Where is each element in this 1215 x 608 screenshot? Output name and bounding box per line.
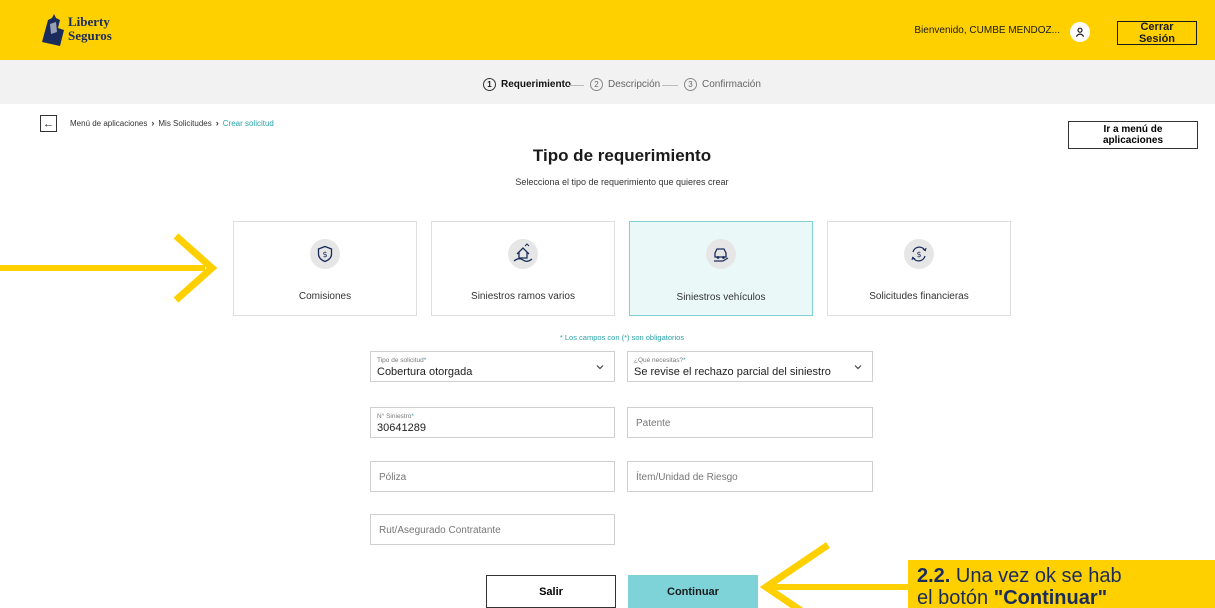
logo-line-1: Liberty [68, 14, 110, 29]
svg-text:$: $ [916, 250, 921, 259]
welcome-text: Bienvenido, CUMBE MENDOZ... [914, 25, 1060, 36]
card-siniestros-vehiculos[interactable]: Siniestros vehículos [629, 221, 813, 316]
svg-text:$: $ [322, 250, 327, 259]
card-comisiones[interactable]: $ Comisiones [233, 221, 417, 316]
card-label: Siniestros vehículos [676, 292, 766, 303]
required-mark: * [683, 357, 686, 364]
logo-line-2: Seguros [68, 28, 112, 43]
step-label: Descripción [608, 79, 661, 90]
goto-apps-menu-button[interactable]: Ir a menú de aplicaciones [1068, 121, 1198, 149]
field-value: Se revise el rechazo parcial del siniest… [634, 366, 831, 378]
exit-button[interactable]: Salir [486, 575, 616, 608]
required-mark: * [411, 413, 414, 420]
card-solicitudes-financieras[interactable]: $ Solicitudes financieras [827, 221, 1011, 316]
step-number: 2 [590, 78, 603, 91]
field-value: Cobertura otorgada [377, 366, 473, 378]
patente-input[interactable]: Patente [627, 407, 873, 438]
que-necesitas-select[interactable]: ¿Qué necesitas?* Se revise el rechazo pa… [627, 351, 873, 382]
field-placeholder: Patente [636, 418, 671, 429]
field-label: N° Siniestro [377, 413, 412, 420]
user-icon [1075, 27, 1085, 37]
continue-button[interactable]: Continuar [628, 575, 758, 608]
breadcrumb: Menú de aplicaciones › Mis Solicitudes ›… [70, 118, 274, 128]
item-input[interactable]: Ítem/Unidad de Riesgo [627, 461, 873, 492]
chevron-right-icon: › [215, 118, 219, 128]
annotation-chevron-icon [760, 542, 910, 608]
annotation-line-2-bold: "Continuar" [993, 587, 1108, 608]
annotation-arrow-icon [0, 233, 218, 303]
field-label: ¿Qué necesitas? [634, 357, 684, 364]
step-confirmacion[interactable]: 3 Confirmación [684, 78, 761, 91]
chevron-right-icon: › [151, 118, 155, 128]
chevron-down-icon [596, 365, 604, 370]
card-siniestros-ramos-varios[interactable]: Siniestros ramos varios [431, 221, 615, 316]
poliza-input[interactable]: Póliza [370, 461, 615, 492]
field-placeholder: Ítem/Unidad de Riesgo [636, 472, 738, 483]
field-value: 30641289 [377, 422, 426, 434]
house-hand-icon [513, 243, 533, 262]
required-fields-note: * Los campos con (*) son obligatorios [559, 333, 685, 342]
breadcrumb-item-menu[interactable]: Menú de aplicaciones [70, 119, 147, 128]
breadcrumb-item-solicitudes[interactable]: Mis Solicitudes [158, 119, 211, 128]
chevron-down-icon [854, 365, 862, 370]
annotation-callout: 2.2. Una vez ok se hab el botón "Continu… [908, 560, 1215, 608]
arrow-left-icon: ← [43, 117, 54, 130]
card-label: Comisiones [298, 291, 352, 302]
annotation-line-1: Una vez ok se hab [950, 565, 1122, 587]
field-placeholder: Rut/Asegurado Contratante [379, 525, 501, 536]
tipo-solicitud-select[interactable]: Tipo de solicitud* Cobertura otorgada [370, 351, 615, 382]
field-placeholder: Póliza [379, 472, 407, 483]
dollar-cycle-icon: $ [911, 246, 927, 262]
annotation-line-2: el botón [917, 587, 994, 608]
card-label: Solicitudes financieras [869, 291, 969, 302]
step-label: Confirmación [702, 79, 761, 90]
breadcrumb-item-current: Crear solicitud [222, 118, 274, 128]
page-subtitle: Selecciona el tipo de requerimiento que … [515, 177, 729, 187]
user-profile-button[interactable] [1070, 22, 1090, 42]
field-label: Tipo de solicitud [377, 357, 424, 364]
siniestro-input[interactable]: N° Siniestro* 30641289 [370, 407, 615, 438]
step-descripcion[interactable]: 2 Descripción [590, 78, 660, 91]
back-button[interactable]: ← [40, 115, 57, 132]
logout-button[interactable]: Cerrar Sesión [1117, 21, 1197, 45]
statue-of-liberty-icon [42, 14, 64, 46]
step-label: Requerimiento [501, 79, 572, 90]
liberty-logo[interactable]: Liberty Seguros [38, 12, 128, 50]
rut-input[interactable]: Rut/Asegurado Contratante [370, 514, 615, 545]
shield-dollar-icon: $ [317, 245, 333, 263]
page-title: Tipo de requerimiento [532, 146, 712, 165]
step-number: 1 [483, 78, 496, 91]
card-label: Siniestros ramos varios [471, 291, 575, 302]
step-connector [568, 85, 584, 86]
step-connector [662, 85, 678, 86]
step-number: 3 [684, 78, 697, 91]
step-requerimiento[interactable]: 1 Requerimiento [483, 78, 571, 91]
required-mark: * [423, 357, 427, 364]
car-hand-icon [714, 248, 729, 262]
annotation-number: 2.2. [917, 565, 951, 587]
